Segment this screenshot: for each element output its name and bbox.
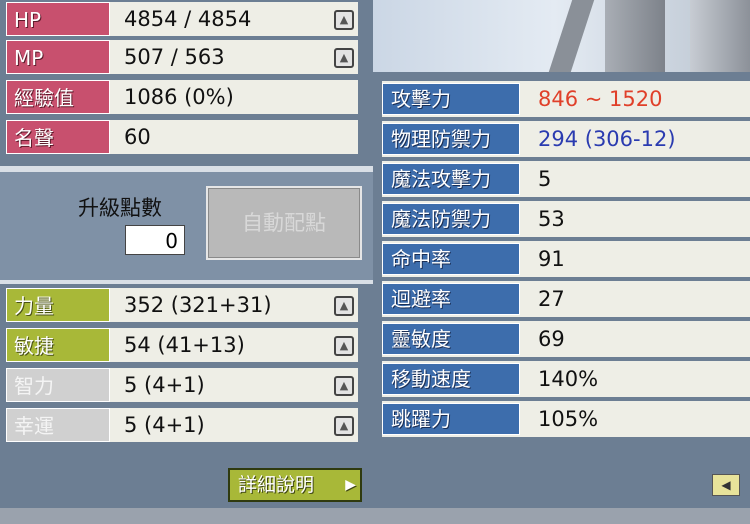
stat-value: 5 (4+1) bbox=[124, 413, 205, 437]
detail-label: 魔法攻擊力 bbox=[382, 163, 520, 195]
detail-value: 91 bbox=[538, 247, 565, 271]
detail-value: 27 bbox=[538, 287, 565, 311]
detail-label: 攻擊力 bbox=[382, 83, 520, 115]
detail-label: 迴避率 bbox=[382, 283, 520, 315]
detail-label: 跳躍力 bbox=[382, 403, 520, 435]
detail-row-speed: 移動速度 140% bbox=[382, 361, 750, 397]
detail-button[interactable]: 詳細說明 ▶ bbox=[228, 468, 362, 502]
detail-button-label: 詳細說明 bbox=[238, 474, 315, 496]
arrow-up-icon[interactable]: ▲ bbox=[334, 336, 354, 356]
detail-label: 物理防禦力 bbox=[382, 123, 520, 155]
stat-label: 經驗值 bbox=[6, 80, 110, 114]
stat-row-luk: 幸運 5 (4+1) ▲ bbox=[6, 408, 358, 442]
arrow-left-icon[interactable]: ◀ bbox=[712, 474, 740, 496]
stat-row-exp: 經驗值 1086 (0%) bbox=[6, 80, 358, 114]
detail-label: 命中率 bbox=[382, 243, 520, 275]
stat-label: 智力 bbox=[6, 368, 110, 402]
detail-label: 魔法防禦力 bbox=[382, 203, 520, 235]
stat-row-dex: 敏捷 54 (41+13) ▲ bbox=[6, 328, 358, 362]
background-pillar bbox=[605, 0, 665, 75]
background-floor bbox=[0, 508, 750, 524]
ability-points-label: 升級點數 bbox=[78, 196, 162, 220]
stat-value: 54 (41+13) bbox=[124, 333, 245, 357]
arrow-up-icon[interactable]: ▲ bbox=[334, 296, 354, 316]
stat-row-hp: HP 4854 / 4854 ▲ bbox=[6, 2, 358, 36]
detail-value: 105% bbox=[538, 407, 599, 431]
stat-label: 力量 bbox=[6, 288, 110, 322]
detail-value: 294 (306-12) bbox=[538, 127, 676, 151]
stat-row-str: 力量 352 (321+31) ▲ bbox=[6, 288, 358, 322]
detail-label: 移動速度 bbox=[382, 363, 520, 395]
auto-assign-button[interactable]: 自動配點 bbox=[206, 186, 362, 260]
detail-row-hands: 靈敏度 69 bbox=[382, 321, 750, 357]
stat-row-fame: 名聲 60 bbox=[6, 120, 358, 154]
detail-value: 846 ~ 1520 bbox=[538, 87, 663, 111]
stat-label: HP bbox=[6, 2, 110, 36]
stat-value: 4854 / 4854 bbox=[124, 7, 252, 31]
detail-row-attack: 攻擊力 846 ~ 1520 bbox=[382, 81, 750, 117]
divider bbox=[0, 280, 373, 284]
ability-points-value: 0 bbox=[125, 225, 185, 255]
detail-row-avoid: 迴避率 27 bbox=[382, 281, 750, 317]
detail-row-accuracy: 命中率 91 bbox=[382, 241, 750, 277]
stat-label: 敏捷 bbox=[6, 328, 110, 362]
stat-label: MP bbox=[6, 40, 110, 74]
detail-value: 5 bbox=[538, 167, 552, 191]
detail-row-jump: 跳躍力 105% bbox=[382, 401, 750, 437]
detail-label: 靈敏度 bbox=[382, 323, 520, 355]
detail-value: 53 bbox=[538, 207, 565, 231]
stat-value: 1086 (0%) bbox=[124, 85, 234, 109]
detail-row-magic-def: 魔法防禦力 53 bbox=[382, 201, 750, 237]
background-pillar bbox=[690, 0, 750, 75]
detail-value: 69 bbox=[538, 327, 565, 351]
stat-row-int: 智力 5 (4+1) ▲ bbox=[6, 368, 358, 402]
arrow-up-icon[interactable]: ▲ bbox=[334, 376, 354, 396]
detail-value: 140% bbox=[538, 367, 599, 391]
stat-value: 60 bbox=[124, 125, 151, 149]
detail-row-phys-def: 物理防禦力 294 (306-12) bbox=[382, 121, 750, 157]
stat-label: 名聲 bbox=[6, 120, 110, 154]
stat-value: 352 (321+31) bbox=[124, 293, 272, 317]
stat-row-mp: MP 507 / 563 ▲ bbox=[6, 40, 358, 74]
arrow-up-icon[interactable]: ▲ bbox=[334, 416, 354, 436]
arrow-up-icon[interactable]: ▲ bbox=[334, 48, 354, 68]
stat-value: 507 / 563 bbox=[124, 45, 225, 69]
detail-row-magic-atk: 魔法攻擊力 5 bbox=[382, 161, 750, 197]
stat-value: 5 (4+1) bbox=[124, 373, 205, 397]
arrow-up-icon[interactable]: ▲ bbox=[334, 10, 354, 30]
stat-label: 幸運 bbox=[6, 408, 110, 442]
arrow-right-icon: ▶ bbox=[345, 477, 356, 493]
